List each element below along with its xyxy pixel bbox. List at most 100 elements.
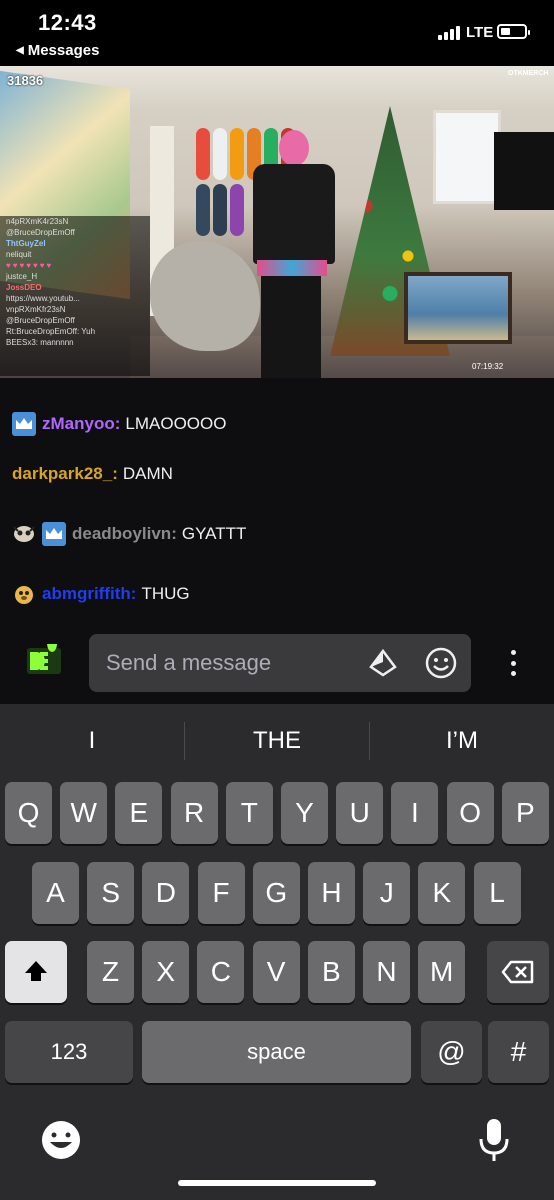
back-to-messages[interactable]: ◀ Messages [16, 42, 99, 59]
chat-username[interactable]: deadboylivn [72, 524, 171, 544]
skateboard [196, 184, 210, 236]
chat-username[interactable]: darkpark28_ [12, 464, 112, 484]
skateboard [213, 184, 227, 236]
chat-text: GYATTT [181, 524, 247, 543]
key-r[interactable]: R [170, 782, 218, 844]
key-v[interactable]: V [252, 941, 300, 1003]
numbers-key[interactable]: 123 [5, 1021, 133, 1083]
key-o[interactable]: O [446, 782, 494, 844]
chat-input-row: Send a message [0, 632, 554, 694]
overlay-line: n4pRXmK4r23sN [6, 217, 69, 226]
key-h[interactable]: H [308, 862, 355, 924]
backspace-icon [501, 960, 534, 984]
key-x[interactable]: X [142, 941, 190, 1003]
skull-emote-icon [12, 522, 36, 546]
overlay-line: @BruceDropEmOff [6, 316, 75, 325]
key-c[interactable]: C [197, 941, 245, 1003]
key-j[interactable]: J [363, 862, 411, 924]
chat-text: LMAOOOOO [125, 414, 227, 433]
key-i[interactable]: I [391, 782, 439, 844]
overlay-line: JossDEO [6, 283, 42, 292]
chat-message[interactable]: darkpark28_: DAMN [12, 464, 173, 484]
wall-tv [494, 132, 554, 210]
overlay-line: @BruceDropEmOff [6, 228, 75, 237]
shift-key[interactable] [5, 941, 67, 1003]
stream-timestamp: 07:19:32 [472, 362, 504, 371]
viewer-count: 31836 [7, 73, 44, 88]
chat-message[interactable]: zManyoo: LMAOOOOO [12, 412, 226, 436]
network-label: LTE [466, 24, 494, 41]
suggestion[interactable]: I [0, 704, 184, 778]
key-e[interactable]: E [115, 782, 163, 844]
crown-badge-icon [12, 412, 36, 436]
overlay-line: vnpRXmKfr23sN [6, 305, 66, 314]
battery-icon [497, 24, 530, 39]
window [433, 110, 501, 204]
key-n[interactable]: N [363, 941, 410, 1003]
overlay-line: https://www.youtub... [6, 294, 80, 303]
key-q[interactable]: Q [5, 782, 52, 844]
chat-colon: : [171, 524, 177, 543]
bits-icon[interactable] [368, 648, 398, 678]
deo-emote-icon[interactable] [26, 644, 62, 678]
dog-emote-icon [12, 582, 36, 606]
overlay-emotes: ♥♥♥♥♥♥♥ [6, 261, 54, 270]
overlay-line: neliquit [6, 250, 32, 259]
chat-message[interactable]: abmgriffith: THUG [12, 582, 190, 606]
overlay-line: Rt:BruceDropEmOff: Yuh [6, 327, 96, 336]
message-input[interactable]: Send a message [89, 634, 471, 692]
key-z[interactable]: Z [87, 941, 134, 1003]
signal-icon [438, 24, 460, 40]
overlay-line: justce_H [6, 272, 38, 281]
emoji-keyboard-icon[interactable] [40, 1119, 82, 1161]
overlay-line: ThtGuyZel [6, 239, 46, 248]
skateboard [196, 128, 210, 180]
key-y[interactable]: Y [281, 782, 328, 844]
channel-brand-logo: OTKMERCH [508, 70, 549, 77]
home-indicator[interactable] [178, 1180, 376, 1186]
crown-badge-icon [42, 522, 66, 546]
space-key[interactable]: space [142, 1021, 411, 1083]
key-t[interactable]: T [225, 782, 273, 844]
key-s[interactable]: S [87, 862, 135, 924]
at-key[interactable]: @ [421, 1021, 482, 1083]
more-icon[interactable] [504, 646, 522, 680]
back-arrow-icon: ◀ [16, 45, 24, 56]
streamer [235, 130, 345, 378]
key-a[interactable]: A [32, 862, 79, 924]
shift-icon [25, 961, 47, 981]
key-u[interactable]: U [336, 782, 384, 844]
key-w[interactable]: W [60, 782, 108, 844]
emote-picker-icon[interactable] [424, 646, 458, 680]
chat-message[interactable]: deadboylivn: GYATTT [12, 522, 246, 546]
key-m[interactable]: M [418, 941, 466, 1003]
microphone-icon[interactable] [478, 1117, 510, 1163]
skateboard [213, 128, 227, 180]
key-l[interactable]: L [473, 862, 521, 924]
key-b[interactable]: B [307, 941, 355, 1003]
overlay-line: BEESx3: mannnnn [6, 338, 74, 347]
key-p[interactable]: P [501, 782, 549, 844]
key-g[interactable]: G [252, 862, 300, 924]
key-k[interactable]: K [418, 862, 466, 924]
hash-key[interactable]: # [488, 1021, 549, 1083]
chat-colon: : [112, 464, 118, 483]
clock: 12:43 [38, 10, 97, 35]
stream-chat-overlay: n4pRXmK4r23sN @BruceDropEmOff ThtGuyZel … [0, 216, 150, 376]
suggestion[interactable]: THE [185, 704, 369, 778]
key-d[interactable]: D [142, 862, 190, 924]
chat-colon: : [130, 584, 137, 603]
backspace-key[interactable] [487, 941, 549, 1003]
back-label: Messages [27, 42, 100, 59]
stream-video[interactable]: n4pRXmK4r23sN @BruceDropEmOff ThtGuyZel … [0, 66, 554, 378]
painting [404, 272, 512, 344]
chat-username[interactable]: zManyoo [42, 414, 115, 434]
chat-colon: : [114, 414, 121, 433]
message-placeholder: Send a message [106, 650, 272, 675]
chat-username[interactable]: abmgriffith [42, 584, 131, 604]
chat-text: DAMN [122, 464, 173, 483]
key-f[interactable]: F [197, 862, 245, 924]
status-bar: 12:43 ◀ Messages LTE [0, 0, 554, 66]
chat-text: THUG [141, 584, 190, 603]
suggestion[interactable]: I’M [370, 704, 554, 778]
